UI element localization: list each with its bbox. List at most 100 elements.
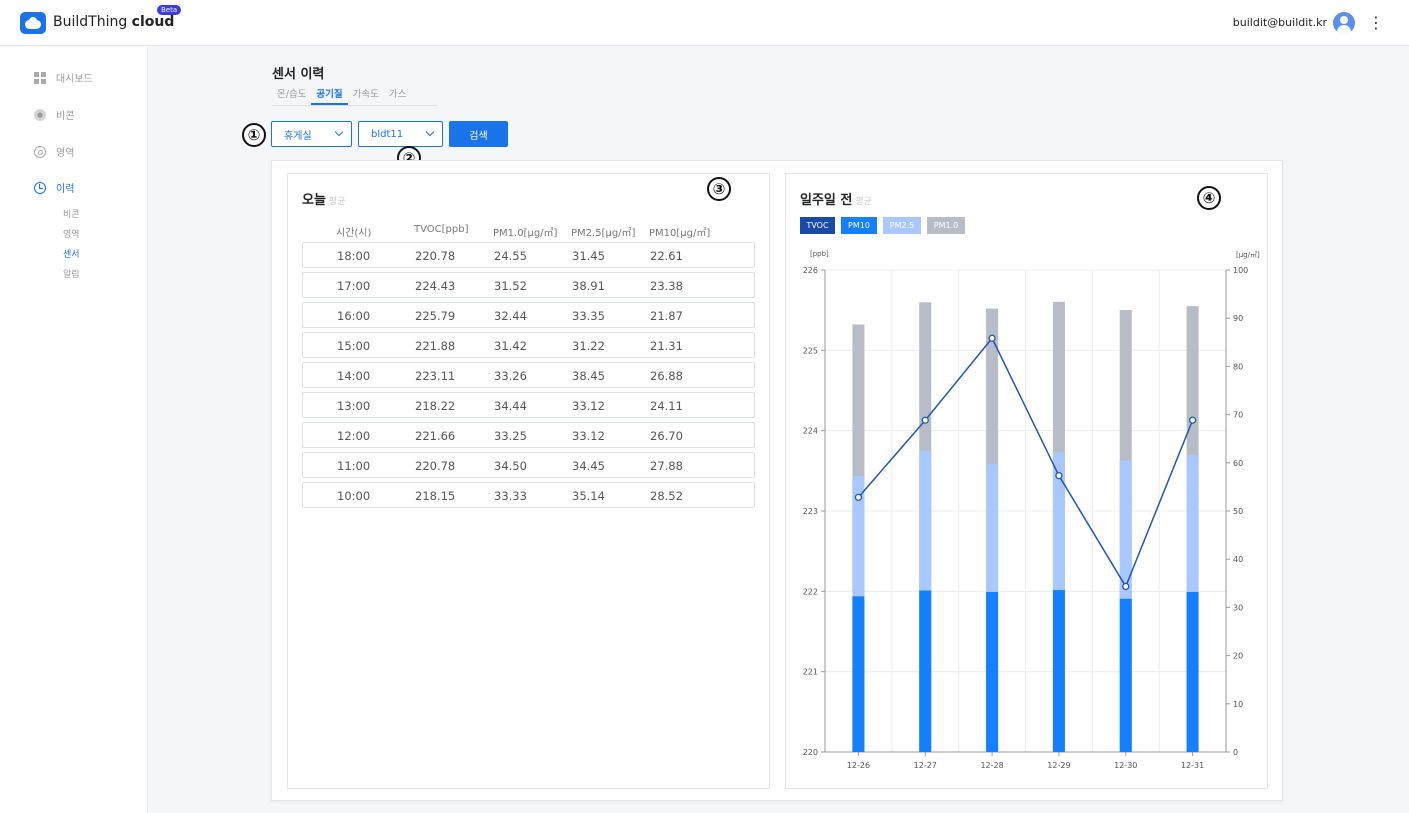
week-title-text: 일주일 전 (800, 193, 853, 208)
table-cell: 31.52 (494, 279, 527, 293)
table-cell: 220.78 (415, 249, 456, 263)
table-cell: 221.66 (415, 429, 456, 443)
left-tick-label: 226 (803, 266, 818, 275)
sidebar-item-history[interactable]: 이력 (34, 180, 74, 195)
tab-temp-humidity[interactable]: 온/습도 (272, 84, 311, 105)
table-row: 13:00 218.22 34.44 33.12 24.11 (302, 392, 755, 418)
today-title-text: 오늘 (302, 193, 326, 208)
chevron-down-icon (425, 127, 435, 137)
device-select[interactable]: bldt11 (358, 121, 443, 147)
table-cell: 31.42 (494, 339, 527, 353)
right-tick-label: 40 (1233, 555, 1243, 564)
column-header: PM10[μg/㎥] (649, 228, 711, 239)
table-row: 14:00 223.11 33.26 38.45 26.88 (302, 362, 755, 388)
table-cell: 15:00 (337, 339, 371, 353)
legend-toggle-tvoc[interactable]: TVOC (800, 217, 835, 234)
sidebar (0, 47, 148, 813)
sidebar-subitem-zone[interactable]: 영역 (63, 227, 80, 240)
table-cell: 225.79 (415, 309, 456, 323)
table-row: 10:00 218.15 33.33 35.14 28.52 (302, 482, 755, 508)
legend-toggle-pm25[interactable]: PM2.5 (883, 217, 921, 234)
table-cell: 33.35 (572, 309, 605, 323)
table-cell: 27.88 (650, 459, 683, 473)
chevron-down-icon (334, 127, 344, 137)
left-tick-label: 221 (803, 668, 818, 677)
sidebar-subitem-beacon[interactable]: 비콘 (63, 207, 80, 220)
table-cell: 31.22 (572, 339, 605, 353)
sidebar-item-zone[interactable]: 영역 (34, 144, 74, 159)
app-logo-text[interactable]: BuildThing cloud (53, 14, 174, 30)
sidebar-item-label: 대시보드 (56, 74, 93, 85)
location-select-value: 휴게실 (284, 130, 312, 142)
table-cell: 218.15 (415, 489, 456, 503)
table-cell: 218.22 (415, 399, 456, 413)
table-cell: 11:00 (337, 459, 371, 473)
page-title: 센서 이력 (272, 67, 325, 82)
right-tick-label: 80 (1233, 362, 1243, 371)
column-header: TVOC[ppb] (414, 224, 469, 235)
left-tick-label: 225 (803, 346, 818, 355)
tvoc-point (1188, 416, 1197, 424)
table-cell: 32.44 (494, 309, 527, 323)
table-cell: 21.31 (650, 339, 683, 353)
right-tick-label: 90 (1233, 314, 1243, 323)
table-cell: 12:00 (337, 429, 371, 443)
tab-air-quality[interactable]: 공기질 (311, 84, 348, 105)
table-cell: 23.38 (650, 279, 683, 293)
sidebar-subitem-sensor[interactable]: 센서 (63, 247, 80, 260)
table-cell: 221.88 (415, 339, 456, 353)
x-tick-label: 12-29 (1047, 761, 1070, 770)
x-tick-label: 12-27 (914, 761, 937, 770)
table-row: 16:00 225.79 32.44 33.35 21.87 (302, 302, 755, 328)
legend-label: PM10 (848, 221, 870, 230)
right-tick-label: 100 (1233, 266, 1248, 275)
bar-pm10 (986, 591, 999, 752)
sidebar-subitem-alert[interactable]: 알림 (63, 267, 80, 280)
tab-acceleration[interactable]: 가속도 (348, 84, 384, 105)
beacon-icon (34, 108, 46, 121)
table-cell: 21.87 (650, 309, 683, 323)
sidebar-item-label: 영역 (56, 148, 75, 159)
more-options-icon[interactable]: ⋮ (1368, 13, 1384, 33)
annotation-marker-4: ④ (1197, 186, 1221, 210)
right-tick-label: 70 (1233, 411, 1243, 420)
left-tick-label: 220 (803, 748, 818, 757)
app-name-bold: cloud (131, 14, 175, 30)
right-tick-label: 0 (1233, 748, 1238, 757)
table-cell: 33.25 (494, 429, 527, 443)
x-tick-label: 12-26 (847, 761, 870, 770)
week-subtitle: 평균 (855, 197, 872, 207)
sidebar-item-beacon[interactable]: 비콘 (34, 107, 74, 122)
table-cell: 38.45 (572, 369, 605, 383)
bar-pm10 (1052, 590, 1065, 752)
location-select[interactable]: 휴게실 (271, 121, 352, 147)
search-button[interactable]: 검색 (449, 121, 508, 147)
sidebar-item-dashboard[interactable]: 대시보드 (34, 70, 93, 85)
dashboard-icon (34, 71, 46, 84)
table-cell: 223.11 (415, 369, 456, 383)
table-cell: 33.33 (494, 489, 527, 503)
table-cell: 220.78 (415, 459, 456, 473)
history-icon (34, 181, 46, 194)
x-tick-label: 12-30 (1114, 761, 1137, 770)
today-subtitle: 평균 (328, 197, 346, 207)
annotation-marker-1: ① (242, 123, 266, 147)
legend-toggle-pm10-small[interactable]: PM1.0 (927, 217, 965, 234)
legend-toggle-pm10[interactable]: PM10 (841, 217, 877, 234)
tvoc-point (1122, 582, 1130, 591)
left-tick-label: 222 (803, 587, 818, 596)
tvoc-point (988, 334, 996, 342)
tvoc-point (921, 416, 929, 424)
legend-label: PM2.5 (889, 221, 915, 230)
table-cell: 33.26 (494, 369, 527, 383)
column-header: 시간(시) (336, 228, 372, 239)
table-cell: 18:00 (337, 249, 371, 263)
right-tick-label: 20 (1233, 652, 1243, 661)
table-cell: 31.45 (572, 249, 605, 263)
table-cell: 33.12 (572, 399, 605, 413)
user-avatar-icon[interactable] (1333, 12, 1355, 34)
table-cell: 22.61 (650, 249, 683, 263)
tab-gas[interactable]: 가스 (384, 84, 411, 105)
column-header: PM1.0[μg/㎥] (493, 228, 558, 239)
today-table-header: 시간(시) TVOC[ppb] PM1.0[μg/㎥] PM2.5[μg/㎥] … (302, 224, 755, 239)
